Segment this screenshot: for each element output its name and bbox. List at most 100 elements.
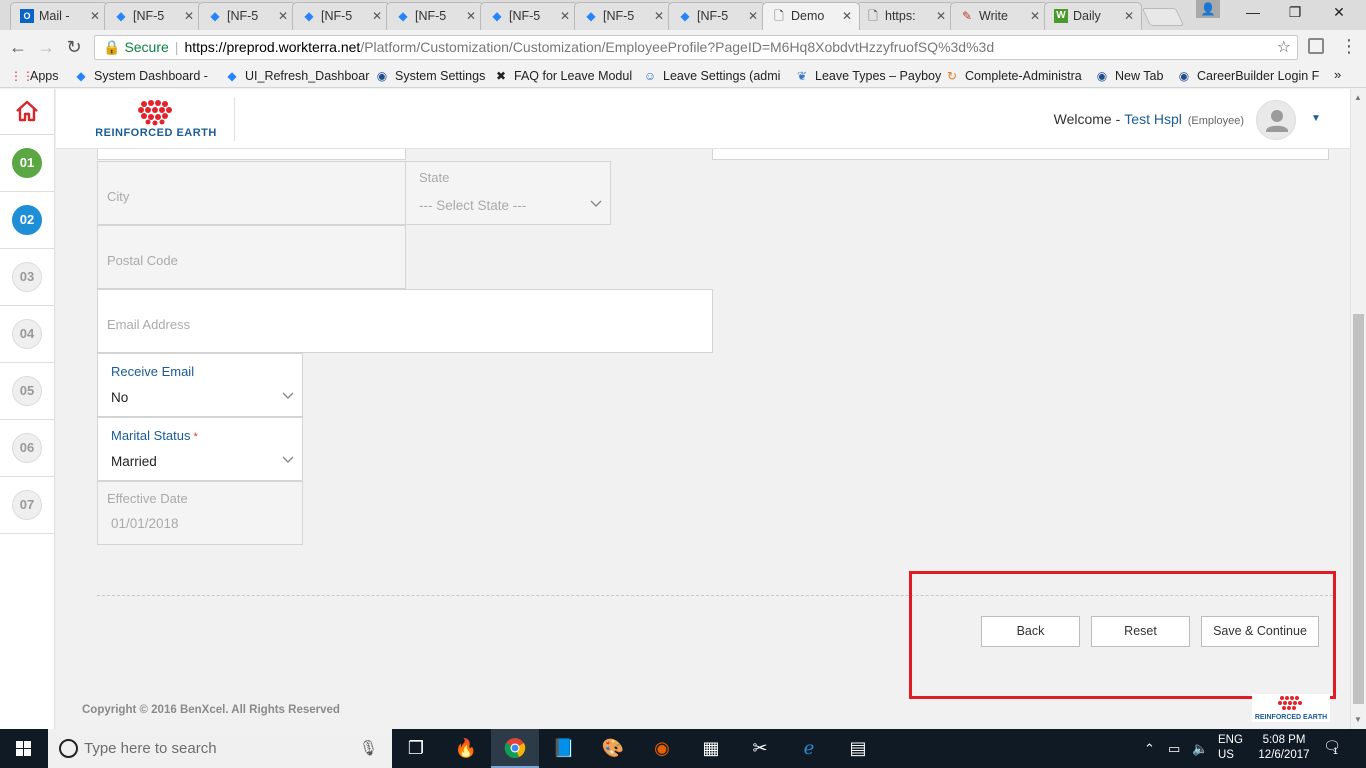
task-view-icon[interactable]: ❐ [392,729,440,768]
start-button[interactable] [0,729,48,768]
scroll-down-icon[interactable]: ▼ [1354,715,1362,724]
chevron-down-icon [590,200,602,207]
receive-email-select[interactable]: Receive Email No [97,353,303,417]
network-icon[interactable]: ▭ [1168,729,1180,768]
step-03[interactable]: 03 [0,249,54,306]
bookmarks-overflow[interactable]: » [1334,67,1341,82]
snipping-tool-icon[interactable]: ✂ [736,729,784,768]
user-menu-dropdown-icon[interactable]: ▼ [1311,113,1321,124]
bookmark-item[interactable]: ◆ System Dashboard - [74,67,208,85]
step-01[interactable]: 01 [0,135,54,192]
bookmark-apps[interactable]: ⋮⋮Apps [10,67,59,85]
forward-arrow-icon[interactable]: → [34,36,58,58]
windows-taskbar: Type here to search 🎙 ❐ 🔥 📘 🎨 ◉ ▦ ✂ ℯ ▤ … [0,729,1366,768]
back-arrow-icon[interactable]: ← [6,36,30,58]
firefox-like-app-icon[interactable]: 🔥 [442,729,490,768]
close-tab-icon[interactable]: ✕ [1124,3,1134,29]
internet-explorer-icon[interactable]: ℯ [785,729,833,768]
new-tab-button[interactable] [1141,8,1185,26]
bookmark-item[interactable]: ✖ FAQ for Leave Modul [494,67,632,85]
language-indicator[interactable]: ENG US [1218,733,1243,763]
url-path: /Platform/Customization/Customization/Em… [360,39,995,55]
browser-tab[interactable]: ◆ [NF-5 ✕ [104,2,202,30]
extension-icon[interactable] [1308,38,1324,54]
step-02[interactable]: 02 [0,192,54,249]
notes-app-icon[interactable]: 📘 [540,729,588,768]
avatar[interactable] [1256,100,1296,140]
close-tab-icon[interactable]: ✕ [278,3,288,29]
browser-tab-active[interactable]: 🗋 Demo ✕ [762,2,860,30]
minimize-icon[interactable]: — [1238,4,1268,20]
close-tab-icon[interactable]: ✕ [466,3,476,29]
close-tab-icon[interactable]: ✕ [372,3,382,29]
windows-logo-icon [16,741,31,756]
scrollbar-thumb[interactable] [1353,314,1364,704]
city-field[interactable]: City [97,161,406,225]
bookmark-item[interactable]: ☺ Leave Settings (admi [643,67,781,85]
svg-text:REINFORCED EARTH: REINFORCED EARTH [1255,714,1327,721]
close-window-icon[interactable]: ✕ [1324,4,1354,21]
taskbar-search-input[interactable]: Type here to search 🎙 [48,729,392,768]
bookmark-item[interactable]: ◆ UI_Refresh_Dashboar [225,67,369,85]
bookmark-star-icon[interactable]: ☆ [1277,36,1291,59]
address-field-partial[interactable] [712,149,1329,160]
paint-icon[interactable]: 🎨 [589,729,637,768]
browser-menu-icon[interactable]: ⋮ [1340,36,1358,56]
home-button[interactable] [0,89,54,135]
bookmark-item[interactable]: ◉ System Settings [375,67,486,85]
close-tab-icon[interactable]: ✕ [1030,3,1040,29]
spreadsheet-app-icon[interactable]: ▦ [687,729,735,768]
reload-icon[interactable]: ↻ [62,36,86,58]
browser-tab[interactable]: ◆ [NF-5 ✕ [574,2,672,30]
microphone-icon[interactable]: 🎙 [359,729,378,768]
step-05[interactable]: 05 [0,363,54,420]
step-06[interactable]: 06 [0,420,54,477]
browser-tab[interactable]: ◆ [NF-5 ✕ [198,2,296,30]
taskbar-clock[interactable]: 5:08 PM 12/6/2017 [1256,733,1312,763]
volume-icon[interactable]: 🔈 [1192,729,1208,768]
email-field[interactable]: Email Address [97,289,713,353]
effective-date-field[interactable]: Effective Date 01/01/2018 [97,481,303,545]
address-bar[interactable]: 🔒 Secure | https://preprod.workterra.net/Pl… [94,35,1298,60]
close-tab-icon[interactable]: ✕ [90,3,100,29]
calculator-icon[interactable]: ▤ [834,729,882,768]
browser-tab[interactable]: O Mail - ✕ [10,2,108,30]
postal-code-field[interactable]: Postal Code [97,225,406,289]
scroll-up-icon[interactable]: ▲ [1354,93,1362,102]
marital-status-select[interactable]: Marital Status * Married [97,417,303,481]
jira-icon: ◆ [76,69,86,83]
bookmark-item[interactable]: ◉ CareerBuilder Login F [1177,67,1320,85]
page-scrollbar[interactable]: ▲ ▼ [1350,89,1366,729]
state-select[interactable]: State --- Select State --- [405,161,611,225]
browser-tab[interactable]: ◆ [NF-5 ✕ [292,2,390,30]
address-field-partial[interactable] [97,149,406,160]
close-tab-icon[interactable]: ✕ [560,3,570,29]
lock-icon: 🔒 [103,39,121,55]
apps-grid-icon: ⋮⋮ [10,69,34,83]
browser-tab[interactable]: ✎ Write ✕ [950,2,1048,30]
profile-icon[interactable]: 👤 [1196,0,1220,18]
bookmark-item[interactable]: ◉ New Tab [1095,67,1164,85]
action-center-icon[interactable]: 🗨 1 [1322,738,1342,758]
close-tab-icon[interactable]: ✕ [654,3,664,29]
browser-tab[interactable]: ◆ [NF-5 ✕ [386,2,484,30]
close-tab-icon[interactable]: ✕ [936,3,946,29]
browser-tab[interactable]: ◆ [NF-5 ✕ [668,2,766,30]
tray-show-hidden-icon[interactable]: ⌃ [1144,729,1155,768]
step-07[interactable]: 07 [0,477,54,534]
browser-tab[interactable]: ◆ [NF-5 ✕ [480,2,578,30]
restore-icon[interactable]: ❐ [1280,4,1310,21]
user-role: (Employee) [1187,115,1244,127]
chrome-icon[interactable] [491,729,539,768]
bookmark-item[interactable]: ❦ Leave Types – Payboy [795,67,941,85]
step-04[interactable]: 04 [0,306,54,363]
browser-tab[interactable]: 🗋 https: ✕ [856,2,954,30]
close-tab-icon[interactable]: ✕ [748,3,758,29]
firefox-icon[interactable]: ◉ [638,729,686,768]
close-tab-icon[interactable]: ✕ [842,3,852,29]
bookmark-item[interactable]: ↻ Complete-Administra [945,67,1082,85]
close-tab-icon[interactable]: ✕ [184,3,194,29]
user-name[interactable]: Test Hspl [1124,111,1182,127]
browser-tab[interactable]: W Daily ✕ [1044,2,1142,30]
url-host: https://preprod.workterra.net [184,39,361,55]
